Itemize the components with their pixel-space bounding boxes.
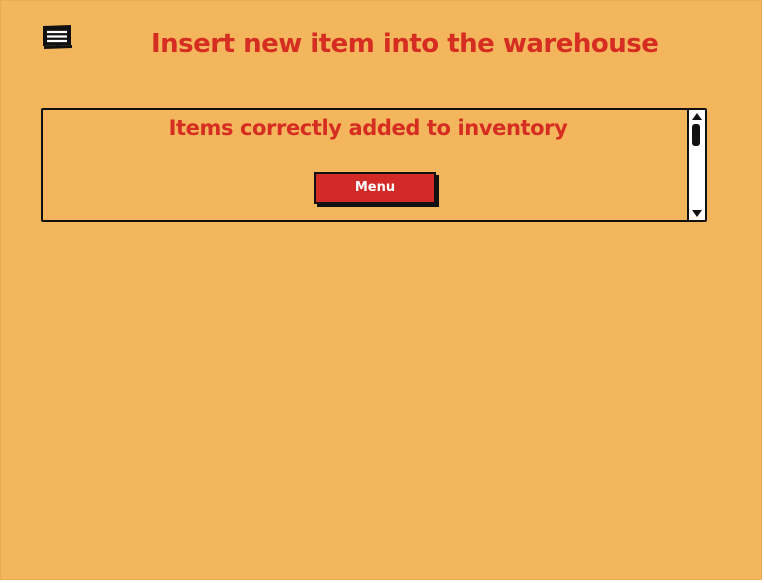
scroll-thumb[interactable] xyxy=(692,124,700,146)
result-panel: Items correctly added to inventory Menu xyxy=(41,108,707,222)
scroll-up-arrow-icon[interactable] xyxy=(691,112,703,122)
app-window: Insert new item into the warehouse Items… xyxy=(0,0,762,580)
menu-button[interactable]: Menu xyxy=(314,172,436,204)
hamburger-menu-icon[interactable] xyxy=(41,24,73,50)
success-message: Items correctly added to inventory xyxy=(168,116,568,140)
vertical-scrollbar[interactable] xyxy=(687,110,705,220)
scroll-down-arrow-icon[interactable] xyxy=(691,208,703,218)
page-title: Insert new item into the warehouse xyxy=(151,29,659,59)
